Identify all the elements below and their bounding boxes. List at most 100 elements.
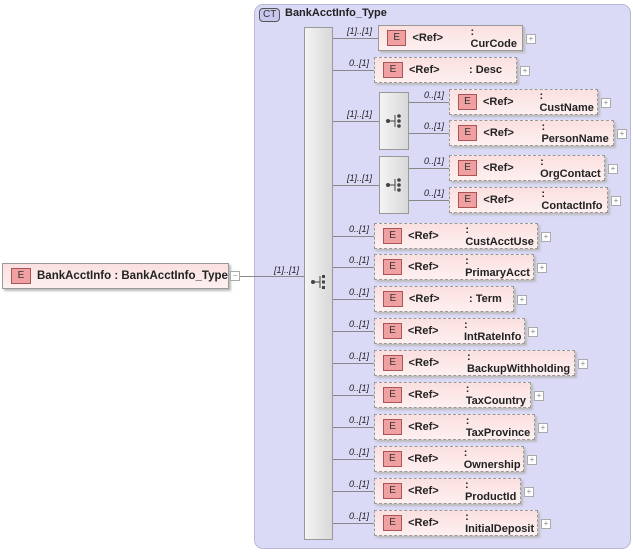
expand-icon[interactable]: + — [517, 295, 527, 305]
element-name: : InitialDeposit — [465, 511, 535, 535]
element-badge: E — [383, 62, 403, 78]
element-taxcountry[interactable]: E <Ref>: TaxCountry — [374, 382, 531, 408]
root-element-type: : BankAcctInfo_Type — [114, 270, 228, 282]
element-contactinfo[interactable]: E <Ref> : ContactInfo — [449, 187, 608, 213]
cardinality: 0..[1] — [349, 415, 370, 425]
connector-line — [333, 459, 374, 460]
expand-icon[interactable]: + — [534, 391, 544, 401]
element-custacctuse[interactable]: E <Ref>: CustAcctUse — [374, 223, 538, 249]
element-badge: E — [458, 94, 477, 110]
element-name: : CustName — [539, 90, 594, 114]
ref-label: <Ref> — [408, 421, 439, 433]
cardinality: 0..[1] — [349, 319, 370, 329]
element-name: : Ownership — [463, 447, 521, 471]
element-badge: E — [383, 323, 402, 339]
cardinality: 0..[1] — [349, 224, 370, 234]
ref-label: <Ref> — [483, 162, 514, 174]
cardinality: [1]..[1] — [347, 26, 373, 36]
element-custname[interactable]: E <Ref>: CustName — [449, 89, 598, 115]
connector-line — [333, 331, 374, 332]
element-badge: E — [383, 355, 403, 371]
ref-label: <Ref> — [408, 517, 439, 529]
cardinality: 0..[1] — [349, 383, 370, 393]
element-intrateinfo[interactable]: E <Ref>: IntRateInfo — [374, 318, 525, 344]
connector-line — [333, 523, 374, 524]
element-badge: E — [383, 259, 403, 275]
cardinality: 0..[1] — [349, 255, 370, 265]
connector-line — [333, 363, 374, 364]
cardinality: [1]..[1] — [347, 173, 373, 183]
expand-icon[interactable]: + — [578, 359, 588, 369]
ref-label: <Ref> — [409, 64, 440, 76]
collapse-icon[interactable]: − — [230, 271, 240, 281]
element-primaryacct[interactable]: E <Ref> : PrimaryAcct — [374, 254, 534, 280]
expand-icon[interactable]: + — [538, 423, 548, 433]
element-badge: E — [458, 192, 478, 208]
element-badge: E — [383, 291, 403, 307]
element-badge: E — [383, 387, 403, 403]
element-productid[interactable]: E <Ref>: ProductId — [374, 478, 521, 504]
element-name: : Term — [469, 293, 502, 305]
expand-icon[interactable]: + — [601, 98, 611, 108]
element-desc[interactable]: E <Ref>: Desc — [374, 57, 517, 83]
element-initialdeposit[interactable]: E <Ref>: InitialDeposit — [374, 510, 538, 536]
element-badge: E — [458, 125, 478, 141]
element-ownership[interactable]: E <Ref>: Ownership — [374, 446, 524, 472]
expand-icon[interactable]: + — [541, 519, 551, 529]
element-name: : ContactInfo — [541, 188, 603, 212]
expand-icon[interactable]: + — [537, 263, 547, 273]
expand-icon[interactable]: + — [608, 164, 618, 174]
ref-label: <Ref> — [407, 325, 439, 337]
choice-icon — [386, 178, 401, 192]
element-badge: E — [11, 268, 31, 284]
element-name: : PersonName — [541, 121, 609, 145]
cardinality: 0..[1] — [424, 90, 445, 100]
root-element-name: BankAcctInfo — [37, 270, 112, 282]
element-badge: E — [383, 419, 403, 435]
expand-icon[interactable]: + — [520, 66, 530, 76]
cardinality: 0..[1] — [349, 287, 370, 297]
element-name: : PrimaryAcct — [465, 255, 530, 279]
cardinality: 0..[1] — [349, 511, 370, 521]
element-taxprovince[interactable]: E <Ref> : TaxProvince — [374, 414, 535, 440]
element-term[interactable]: E <Ref>: Term — [374, 286, 514, 312]
choice-icon — [386, 114, 401, 128]
element-personname[interactable]: E <Ref>: PersonName — [449, 120, 614, 146]
element-name: : CurCode — [470, 26, 517, 50]
connector-line — [333, 38, 378, 39]
connector-line — [333, 267, 374, 268]
cardinality: 0..[1] — [424, 121, 445, 131]
element-curcode[interactable]: E <Ref> : CurCode — [378, 25, 523, 51]
element-name: : TaxProvince — [465, 415, 531, 439]
complex-type-title: BankAcctInfo_Type — [285, 7, 387, 19]
connector-line — [333, 236, 374, 237]
connector-line — [333, 299, 374, 300]
root-element[interactable]: E BankAcctInfo : BankAcctInfo_Type — [2, 263, 229, 289]
connector-line — [333, 70, 374, 71]
ref-label: <Ref> — [412, 32, 443, 44]
ref-label: <Ref> — [483, 194, 514, 206]
cardinality: 0..[1] — [349, 351, 370, 361]
sequence-icon — [311, 275, 325, 289]
element-backupwithholding[interactable]: E <Ref>: BackupWithholding — [374, 350, 575, 376]
element-badge: E — [383, 451, 402, 467]
expand-icon[interactable]: + — [617, 129, 627, 139]
ref-label: <Ref> — [408, 261, 439, 273]
connector-line — [409, 168, 449, 169]
expand-icon[interactable]: + — [528, 327, 538, 337]
expand-icon[interactable]: + — [527, 455, 537, 465]
element-badge: E — [383, 228, 403, 244]
expand-icon[interactable]: + — [611, 196, 621, 206]
expand-icon[interactable]: + — [526, 34, 536, 44]
element-name: : BackupWithholding — [466, 351, 571, 375]
connector-line — [409, 133, 449, 134]
expand-icon[interactable]: + — [524, 487, 534, 497]
connector-line — [333, 185, 379, 186]
element-orgcontact[interactable]: E <Ref>: OrgContact — [449, 155, 605, 181]
cardinality: 0..[1] — [349, 447, 370, 457]
element-badge: E — [387, 30, 407, 46]
connector-line — [409, 102, 449, 103]
connector-line — [240, 276, 304, 277]
element-name: : TaxCountry — [465, 383, 527, 407]
expand-icon[interactable]: + — [541, 232, 551, 242]
